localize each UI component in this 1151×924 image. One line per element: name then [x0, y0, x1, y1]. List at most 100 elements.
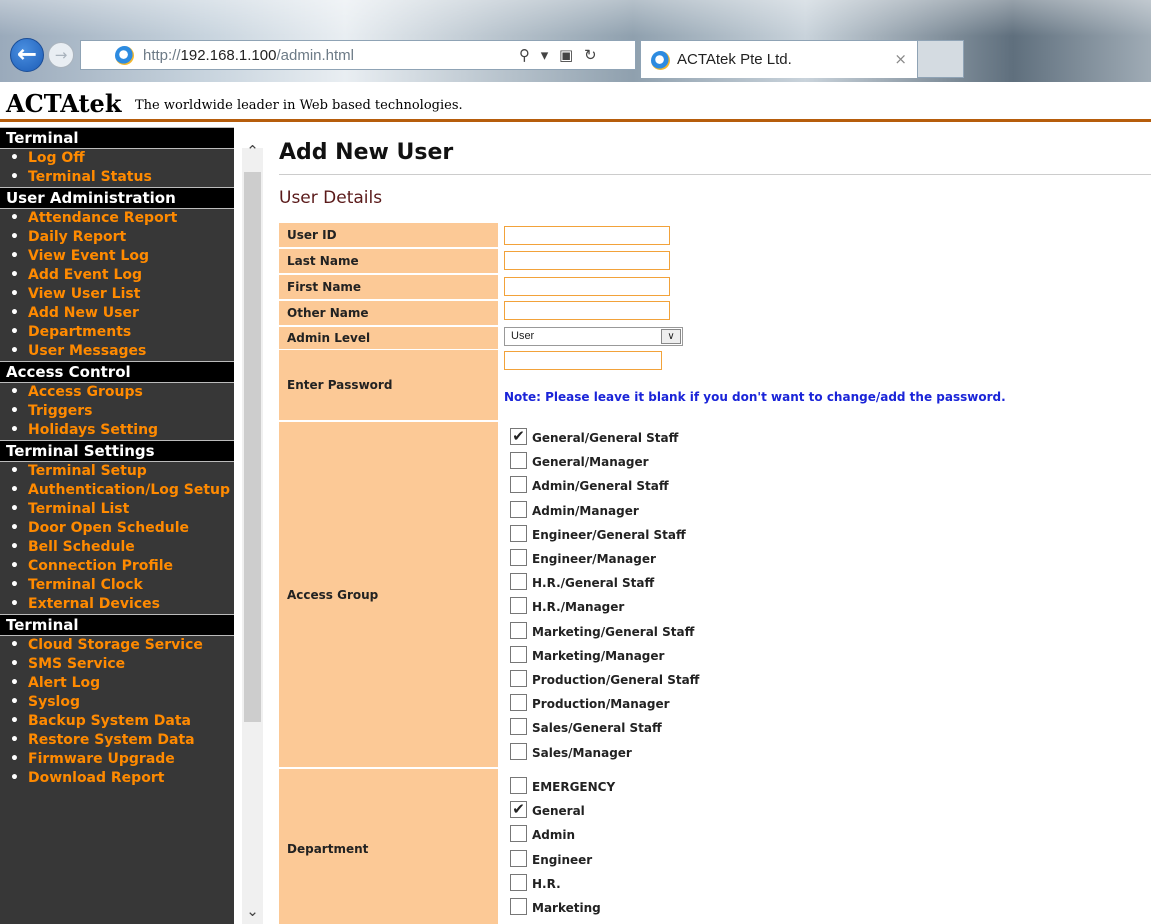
- sidebar-item[interactable]: Connection Profile: [0, 557, 234, 576]
- tab-close-icon[interactable]: ×: [894, 50, 907, 68]
- checkbox-unchecked-icon[interactable]: [510, 694, 527, 712]
- checkbox-label: Production/General Staff: [532, 673, 700, 687]
- checkbox-unchecked-icon[interactable]: [510, 849, 527, 867]
- sidebar-section-header: Access Control: [0, 361, 234, 383]
- checkbox-unchecked-icon[interactable]: [510, 476, 527, 494]
- sidebar-item[interactable]: View Event Log: [0, 247, 234, 266]
- checkbox-checked-icon[interactable]: ✔: [510, 428, 527, 445]
- sidebar-item[interactable]: Add Event Log: [0, 266, 234, 285]
- checkbox-unchecked-icon[interactable]: [510, 645, 527, 663]
- other-name-input[interactable]: [504, 301, 670, 320]
- new-tab-button[interactable]: [918, 40, 964, 78]
- checkbox-label: H.R./Manager: [532, 600, 625, 615]
- last-name-input[interactable]: [504, 251, 670, 270]
- sidebar-item[interactable]: Log Off: [0, 149, 234, 168]
- first-name-label: First Name: [279, 275, 498, 299]
- checkbox-checked-icon[interactable]: ✔: [510, 801, 527, 819]
- sidebar-item[interactable]: Firmware Upgrade: [0, 750, 234, 769]
- checkbox-unchecked-icon[interactable]: [510, 670, 527, 687]
- sidebar-item[interactable]: Triggers: [0, 402, 234, 421]
- tab-title: ACTAtek Pte Ltd.: [677, 51, 792, 68]
- checkbox-unchecked-icon[interactable]: [510, 873, 527, 891]
- sidebar-item[interactable]: View User List: [0, 285, 234, 304]
- sidebar-item[interactable]: Authentication/Log Setup: [0, 481, 234, 500]
- sidebar-item[interactable]: Add New User: [0, 304, 234, 323]
- last-name-label: Last Name: [279, 249, 498, 273]
- address-tools-icons[interactable]: ⚲ ▾ ▣ ↻: [519, 46, 600, 64]
- page-title: Add New User: [279, 140, 454, 165]
- department-label: Department: [279, 769, 498, 924]
- sidebar-item[interactable]: Terminal Clock: [0, 576, 234, 595]
- sidebar-nav: TerminalLog OffTerminal StatusUser Admin…: [0, 127, 234, 924]
- sidebar-section-header: Terminal: [0, 614, 234, 636]
- tab-favicon-icon: [651, 51, 670, 70]
- sidebar-item[interactable]: User Messages: [0, 342, 234, 361]
- user-id-row: User ID: [279, 223, 1151, 247]
- department-list: EMERGENCY ✔ General Admin Engineer H.R. Market…: [504, 769, 1151, 924]
- checkbox-unchecked-icon[interactable]: [510, 621, 527, 639]
- checkbox-unchecked-icon[interactable]: [510, 597, 527, 615]
- forward-arrow-icon[interactable]: →: [48, 42, 74, 68]
- back-arrow-icon[interactable]: ←: [10, 38, 44, 72]
- sidebar-item[interactable]: Download Report: [0, 769, 234, 788]
- sidebar-section-list: Access GroupsTriggersHolidays Setting: [0, 383, 234, 440]
- brand-logo: ACTAtek: [6, 89, 122, 118]
- first-name-input[interactable]: [504, 277, 670, 296]
- sidebar-item[interactable]: External Devices: [0, 595, 234, 614]
- sidebar-section-header: Terminal: [0, 127, 234, 149]
- admin-level-label: Admin Level: [279, 327, 498, 349]
- sidebar-item[interactable]: Restore System Data: [0, 731, 234, 750]
- checkbox-unchecked-icon[interactable]: [510, 718, 527, 736]
- checkbox-unchecked-icon[interactable]: [510, 825, 527, 843]
- sidebar-item[interactable]: Terminal Status: [0, 168, 234, 187]
- address-bar[interactable]: http://192.168.1.100/admin.html ⚲ ▾ ▣ ↻: [80, 40, 636, 70]
- sidebar-section-list: Log OffTerminal Status: [0, 149, 234, 187]
- scroll-down-icon[interactable]: ⌄: [242, 900, 263, 922]
- checkbox-label: H.R.: [532, 876, 561, 891]
- sidebar-item[interactable]: Alert Log: [0, 674, 234, 693]
- sidebar-section-header: User Administration: [0, 187, 234, 209]
- scrollbar-thumb[interactable]: [244, 172, 261, 722]
- sidebar-item[interactable]: Door Open Schedule: [0, 519, 234, 538]
- sidebar-item[interactable]: SMS Service: [0, 655, 234, 674]
- checkbox-unchecked-icon[interactable]: [510, 500, 527, 518]
- sidebar-item[interactable]: Terminal List: [0, 500, 234, 519]
- checkbox-unchecked-icon[interactable]: [510, 549, 527, 566]
- checkbox-unchecked-icon[interactable]: [510, 742, 527, 760]
- brand-tagline: The worldwide leader in Web based techno…: [135, 98, 463, 113]
- sidebar-item[interactable]: Attendance Report: [0, 209, 234, 228]
- checkbox-label: General/General Staff: [532, 431, 679, 445]
- sidebar-item[interactable]: Cloud Storage Service: [0, 636, 234, 655]
- checkbox-unchecked-icon[interactable]: [510, 777, 527, 794]
- admin-level-row: Admin Level User ∨: [279, 327, 1151, 349]
- sidebar-item[interactable]: Backup System Data: [0, 712, 234, 731]
- sidebar-item[interactable]: Daily Report: [0, 228, 234, 247]
- sidebar-item[interactable]: Departments: [0, 323, 234, 342]
- first-name-row: First Name: [279, 275, 1151, 299]
- sidebar-item[interactable]: Holidays Setting: [0, 421, 234, 440]
- ie-favicon-icon: [115, 46, 134, 65]
- browser-tab[interactable]: ACTAtek Pte Ltd. ×: [640, 40, 918, 78]
- checkbox-label: Admin/General Staff: [532, 479, 669, 494]
- sidebar-section-list: Attendance ReportDaily ReportView Event …: [0, 209, 234, 361]
- checkbox-label: Sales/Manager: [532, 745, 632, 760]
- sidebar-section-header: Terminal Settings: [0, 440, 234, 462]
- admin-level-select[interactable]: User ∨: [504, 327, 683, 346]
- sidebar-section-list: Terminal SetupAuthentication/Log SetupTe…: [0, 462, 234, 614]
- sidebar-item[interactable]: Bell Schedule: [0, 538, 234, 557]
- checkbox-label: Engineer/Manager: [532, 552, 656, 566]
- other-name-label: Other Name: [279, 301, 498, 325]
- checkbox-unchecked-icon[interactable]: [510, 573, 527, 591]
- sidebar-item[interactable]: Access Groups: [0, 383, 234, 402]
- checkbox-unchecked-icon[interactable]: [510, 524, 527, 542]
- user-id-input[interactable]: [504, 226, 670, 245]
- checkbox-unchecked-icon[interactable]: [510, 898, 527, 915]
- sidebar-item[interactable]: Syslog: [0, 693, 234, 712]
- checkbox-unchecked-icon[interactable]: [510, 452, 527, 470]
- checkbox-label: Admin: [532, 828, 576, 843]
- password-input[interactable]: [504, 351, 662, 370]
- chevron-down-icon[interactable]: ∨: [661, 329, 681, 344]
- scroll-up-icon[interactable]: ⌃: [242, 140, 263, 162]
- sidebar-item[interactable]: Terminal Setup: [0, 462, 234, 481]
- checkbox-label: EMERGENCY: [532, 780, 616, 794]
